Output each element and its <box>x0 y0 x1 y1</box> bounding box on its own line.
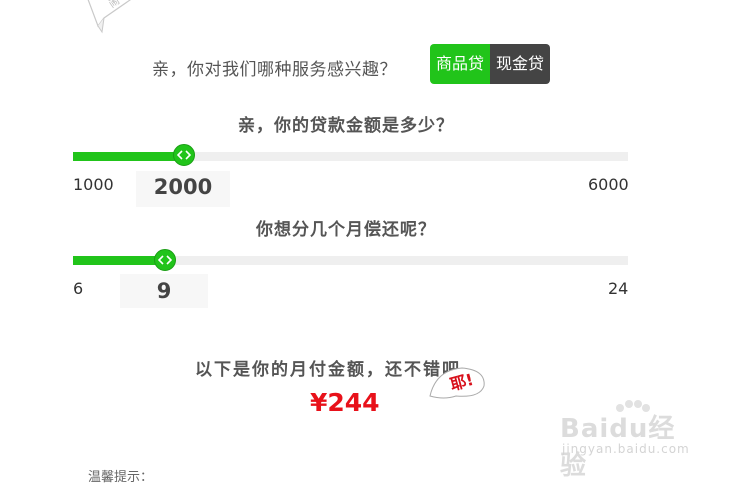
months-value: 9 <box>120 274 208 308</box>
service-toggle: 商品贷 现金贷 <box>430 44 550 84</box>
amount-slider-fill <box>73 152 184 161</box>
amount-value: 2000 <box>136 171 230 207</box>
tip-label: 温馨提示： <box>88 470 154 485</box>
baidu-jingyan-watermark: Baidu经验 jingyan.baidu.com <box>560 398 700 481</box>
months-slider-handle[interactable] <box>154 249 176 271</box>
amount-max-label: 6000 <box>588 175 629 194</box>
amount-slider-handle[interactable] <box>173 144 195 166</box>
watermark-url: jingyan.baidu.com <box>562 442 690 456</box>
service-question: 亲，你对我们哪种服务感兴趣？ <box>152 60 397 80</box>
corner-sticker-icon: 闹 <box>82 0 134 40</box>
left-right-arrows-icon <box>158 255 172 265</box>
months-question: 你想分几个月偿还呢？ <box>256 220 436 240</box>
amount-slider-track[interactable] <box>73 152 628 161</box>
cash-loan-option[interactable]: 现金贷 <box>490 44 550 84</box>
left-right-arrows-icon <box>177 150 191 160</box>
monthly-payment-value: ¥244 <box>310 388 380 417</box>
amount-min-label: 1000 <box>73 175 114 194</box>
months-min-label: 6 <box>73 279 84 298</box>
months-max-label: 24 <box>608 279 629 298</box>
months-slider-fill <box>73 256 166 265</box>
speech-bubble-icon: 耶! <box>426 362 490 404</box>
amount-question: 亲，你的贷款金额是多少？ <box>238 116 454 136</box>
goods-loan-option[interactable]: 商品贷 <box>430 44 490 84</box>
